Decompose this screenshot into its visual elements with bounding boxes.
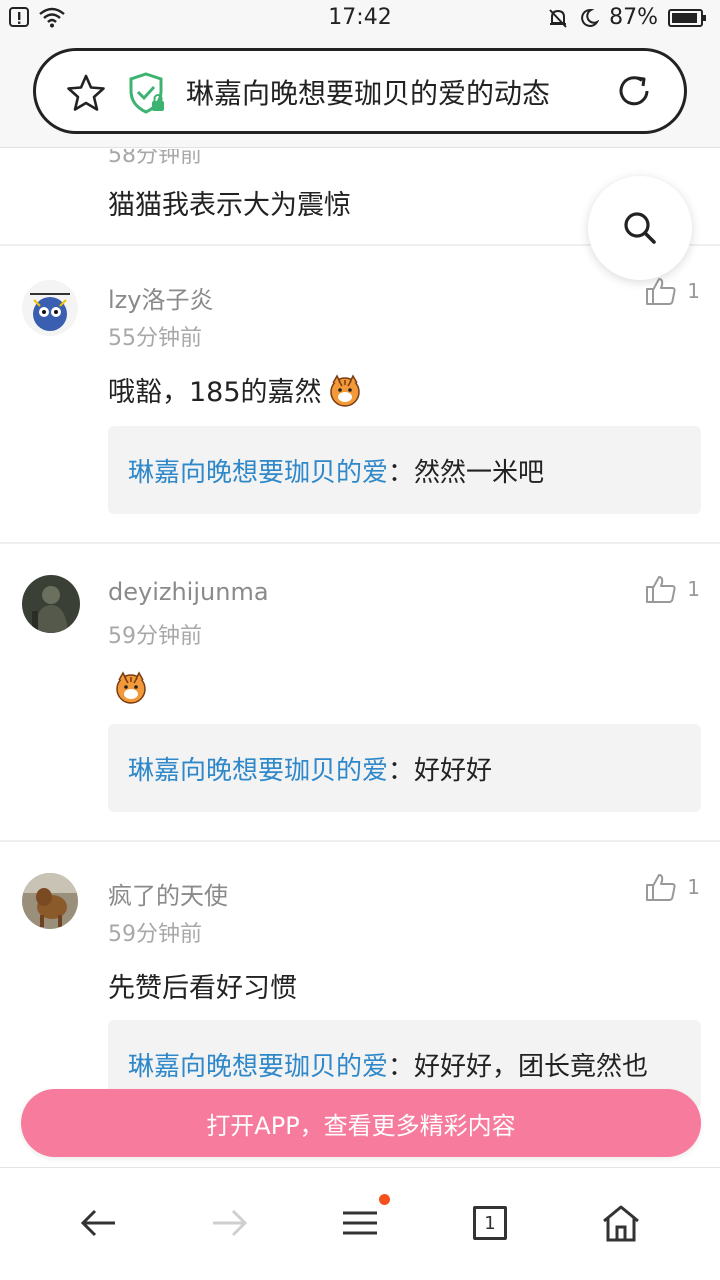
comment-username[interactable]: deyizhijunma <box>108 578 269 606</box>
comment-text: 哦豁，185的嘉然 <box>108 370 364 409</box>
reply-username[interactable]: 琳嘉向晚想要珈贝的爱 <box>128 452 388 489</box>
comment-username[interactable]: 疯了的天使 <box>108 876 228 911</box>
open-app-button[interactable]: 打开APP，查看更多精彩内容 <box>21 1089 701 1157</box>
tiger-emoji-icon <box>116 671 146 704</box>
reply-text: 好好好，团长竟然也 <box>414 1051 649 1082</box>
back-button[interactable] <box>69 1198 129 1248</box>
status-bar: 17:42 87% <box>0 0 720 38</box>
silent-bell-icon <box>549 8 567 28</box>
status-right-icons: 87% <box>547 5 708 30</box>
comment-text: 猫猫我表示大为震惊 <box>108 190 351 221</box>
comment-time: 55分钟前 <box>108 326 202 351</box>
avatar-image <box>22 575 80 633</box>
battery-percent: 87% <box>609 5 658 30</box>
secure-shield-icon <box>129 72 164 114</box>
thumbs-up-icon <box>646 576 676 603</box>
menu-icon <box>343 1211 377 1235</box>
reply-separator: ： <box>388 457 415 488</box>
thumbs-up-icon <box>646 278 676 305</box>
forward-arrow-icon <box>213 1209 248 1237</box>
forward-button[interactable] <box>199 1198 259 1248</box>
address-bar[interactable]: 琳嘉向晚想要珈贝的爱的动态 <box>33 48 687 134</box>
notification-dot <box>379 1194 390 1205</box>
battery-icon <box>668 8 706 27</box>
comment-username[interactable]: lzy洛子炎 <box>108 280 213 315</box>
like-count: 1 <box>687 279 700 303</box>
comment-text <box>108 668 150 706</box>
browser-toolbar: 琳嘉向晚想要珈贝的爱的动态 <box>0 38 720 148</box>
avatar[interactable] <box>22 873 78 929</box>
comment-text-content: 哦豁，185的嘉然 <box>108 377 322 408</box>
comments-list[interactable]: 58分钟前 猫猫我表示大为震惊 lzy洛子炎 55分钟前 哦豁，185的嘉然 1… <box>0 149 720 1167</box>
home-icon <box>603 1205 639 1242</box>
tabs-button[interactable]: 1 <box>460 1198 520 1248</box>
search-icon <box>624 212 656 244</box>
tab-count: 1 <box>473 1206 507 1240</box>
back-arrow-icon <box>80 1209 115 1237</box>
comment-item: lzy洛子炎 55分钟前 哦豁，185的嘉然 1 琳嘉向晚想要珈贝的爱 ： 然然… <box>0 246 720 541</box>
reply-text: 然然一米吧 <box>414 457 545 488</box>
reply-separator: ： <box>388 1051 415 1082</box>
reply-box[interactable]: 琳嘉向晚想要珈贝的爱 ： 好好好 <box>108 724 701 812</box>
like-button[interactable]: 1 <box>645 276 700 306</box>
comment-time: 58分钟前 <box>108 149 202 168</box>
bottom-nav: 1 <box>0 1167 720 1280</box>
moon-icon <box>581 8 600 27</box>
avatar[interactable] <box>22 280 78 336</box>
bookmark-star-icon[interactable] <box>66 73 106 113</box>
avatar-image <box>22 280 78 336</box>
like-button[interactable]: 1 <box>645 872 700 902</box>
like-button[interactable]: 1 <box>645 574 700 604</box>
comment-time: 59分钟前 <box>108 624 202 649</box>
comment-item: deyizhijunma 59分钟前 1 琳嘉向晚想要珈贝的爱 ： 好好好 <box>0 544 720 839</box>
page-title[interactable]: 琳嘉向晚想要珈贝的爱的动态 <box>186 72 606 112</box>
tabs-icon: 1 <box>473 1206 507 1240</box>
tiger-emoji-icon <box>329 373 360 407</box>
avatar[interactable] <box>22 575 80 633</box>
reply-text: 好好好 <box>414 755 493 786</box>
home-button[interactable] <box>591 1198 651 1248</box>
avatar-image <box>22 873 78 929</box>
reply-separator: ： <box>388 755 415 786</box>
like-count: 1 <box>687 577 700 601</box>
comment-time: 59分钟前 <box>108 922 202 947</box>
reply-username[interactable]: 琳嘉向晚想要珈贝的爱 <box>128 750 388 787</box>
menu-button[interactable] <box>330 1194 390 1248</box>
comment-text-content: 先赞后看好习惯 <box>108 973 297 1004</box>
like-count: 1 <box>687 875 700 899</box>
thumbs-up-icon <box>646 874 676 901</box>
reply-box[interactable]: 琳嘉向晚想要珈贝的爱 ： 然然一米吧 <box>108 426 701 514</box>
reply-username[interactable]: 琳嘉向晚想要珈贝的爱 <box>128 1046 388 1083</box>
reload-icon[interactable] <box>614 71 654 111</box>
comment-text: 先赞后看好习惯 <box>108 966 297 1005</box>
search-button[interactable] <box>588 176 692 280</box>
